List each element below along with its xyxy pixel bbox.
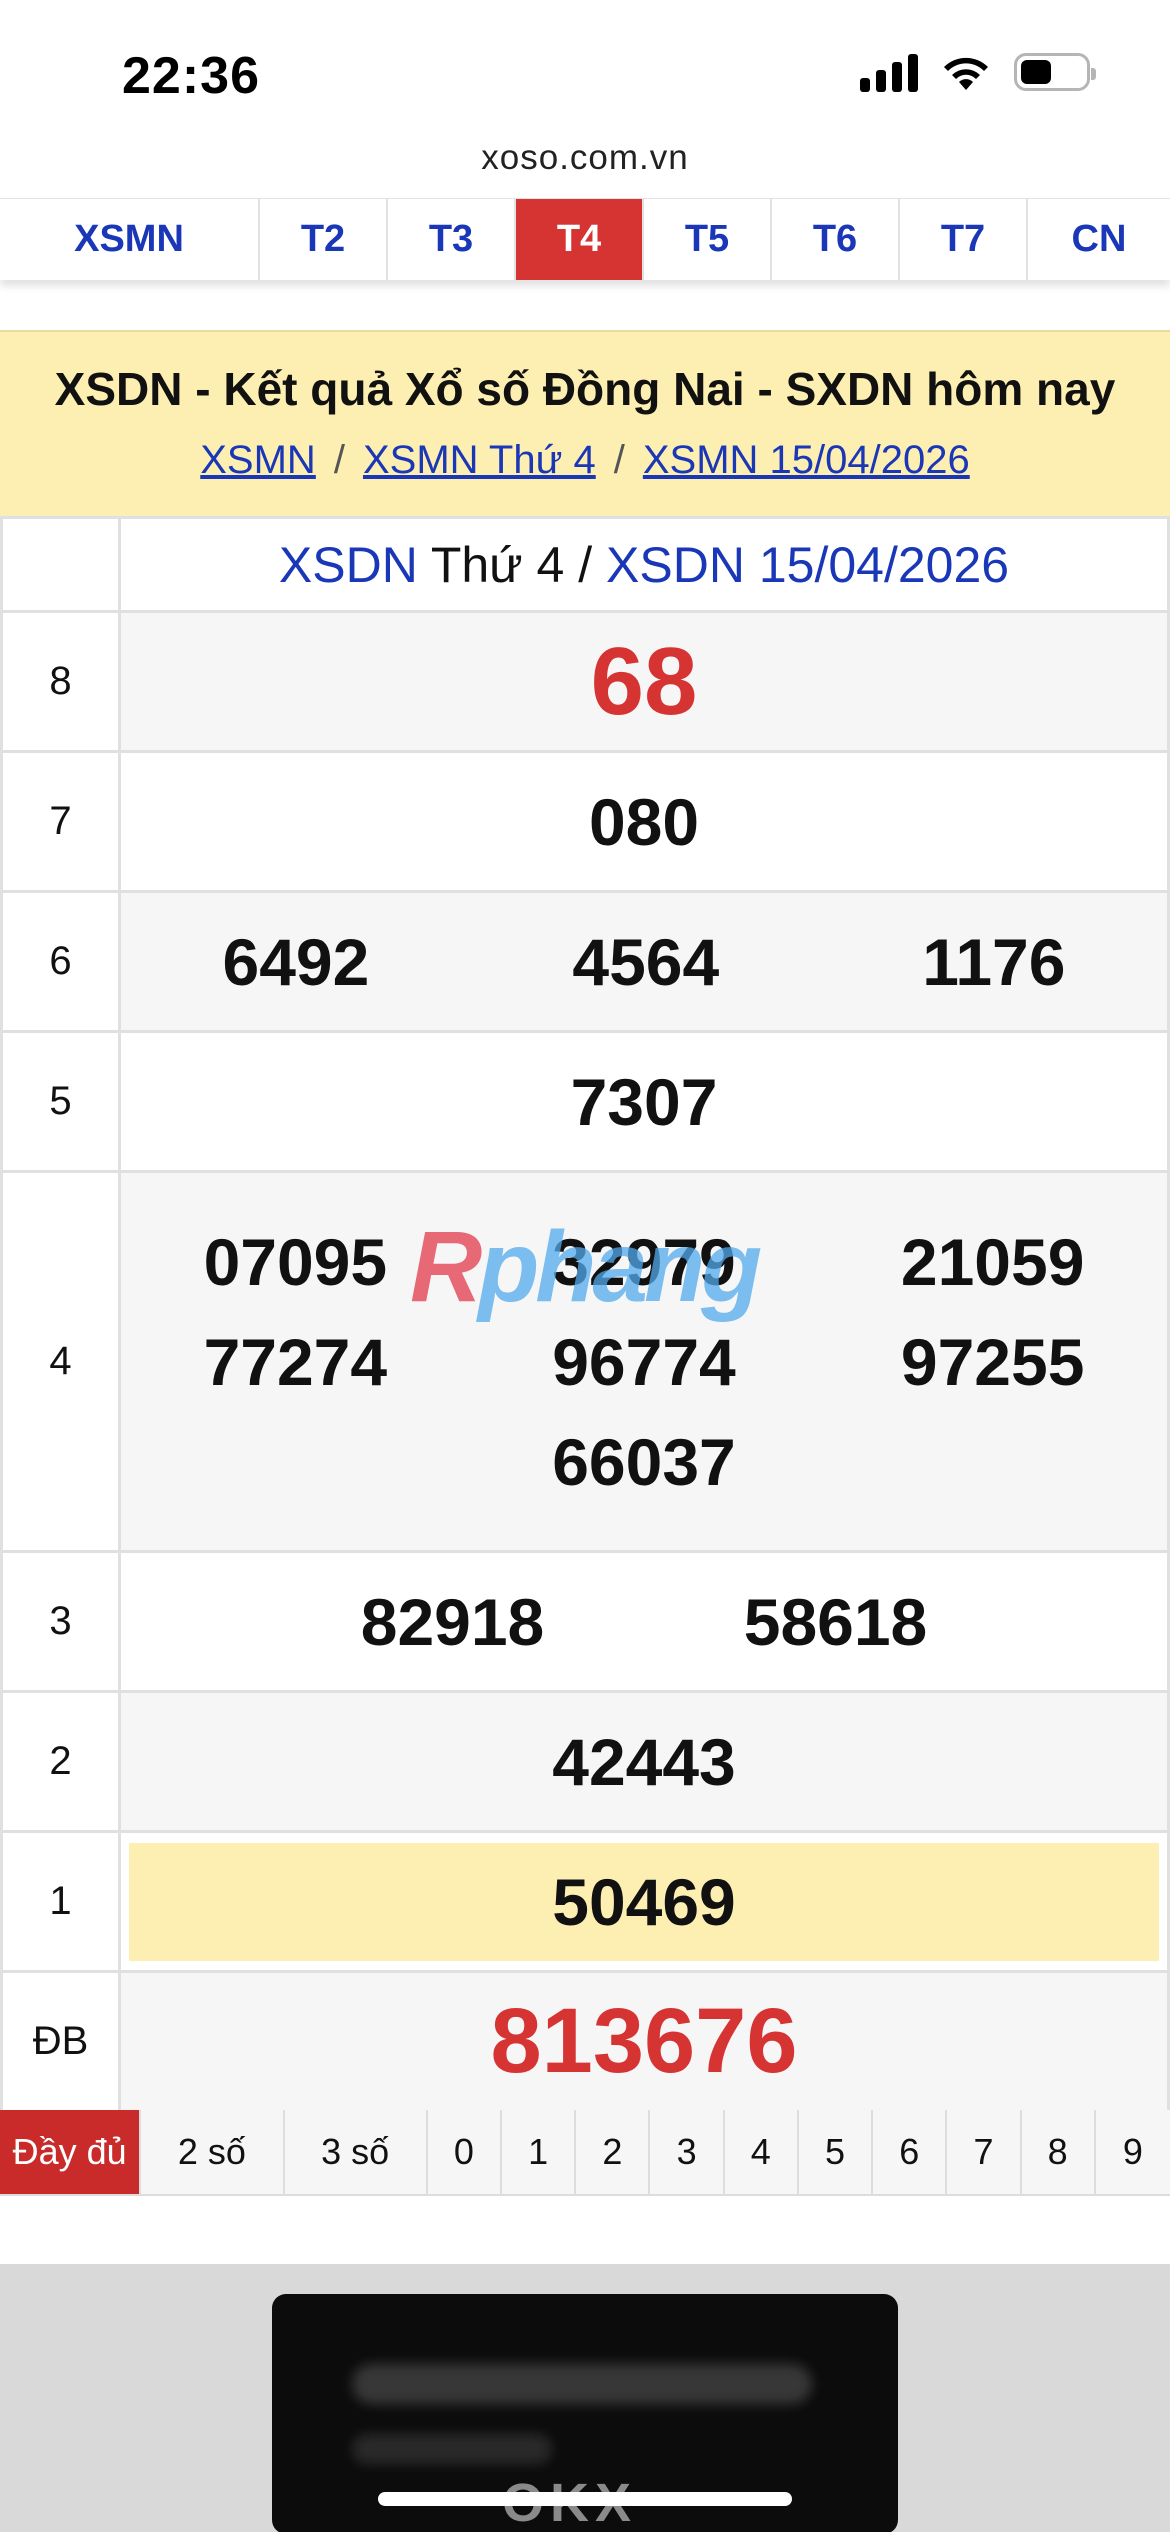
prize-row-8: 8 68 bbox=[0, 610, 1170, 753]
tab-t6[interactable]: T6 bbox=[772, 199, 900, 280]
tab-t2[interactable]: T2 bbox=[260, 199, 388, 280]
breadcrumb-separator: / bbox=[613, 438, 625, 482]
table-header-row: XSDN Thứ 4 / XSDN 15/04/2026 bbox=[0, 516, 1170, 613]
prize-row-4: 4 07095 32979 21059 77274 96774 97255 66… bbox=[0, 1170, 1170, 1553]
prize-1-value: 50469 bbox=[552, 1864, 736, 1939]
prize-3-value: 82918 bbox=[360, 1584, 545, 1659]
prize-5-value: 7307 bbox=[570, 1064, 718, 1139]
table-title-link-date[interactable]: XSDN 15/04/2026 bbox=[606, 537, 1009, 593]
tab-t4[interactable]: T4 bbox=[516, 199, 644, 280]
prize-7-value: 080 bbox=[588, 784, 700, 859]
battery-icon bbox=[1014, 53, 1096, 91]
tab-xsmn[interactable]: XSMN bbox=[0, 199, 260, 280]
prize-4-value: 07095 bbox=[203, 1224, 388, 1299]
table-title-day: Thứ 4 / bbox=[417, 536, 607, 593]
prize-row-5: 5 7307 bbox=[0, 1030, 1170, 1173]
prize-label: 6 bbox=[0, 890, 121, 1033]
breadcrumb-xsmn-date[interactable]: XSMN 15/04/2026 bbox=[643, 438, 970, 482]
status-bar: 22:36 bbox=[0, 0, 1170, 140]
url-bar[interactable]: xoso.com.vn bbox=[0, 138, 1170, 178]
filter-3-digits[interactable]: 3 số bbox=[285, 2110, 428, 2194]
prize-4-value: 96774 bbox=[552, 1324, 736, 1399]
region-day-tabs: XSMN T2 T3 T4 T5 T6 T7 CN bbox=[0, 198, 1170, 280]
breadcrumb-xsmn[interactable]: XSMN bbox=[200, 438, 316, 482]
prize-8-value: 68 bbox=[590, 627, 698, 735]
prize-label: 2 bbox=[0, 1690, 121, 1833]
prize-row-special: ĐB 813676 bbox=[0, 1970, 1170, 2113]
prize-4-value: 77274 bbox=[203, 1324, 388, 1399]
prize-row-6: 6 6492 4564 1176 bbox=[0, 890, 1170, 1033]
ad-blurred-content bbox=[352, 2364, 812, 2404]
ad-blurred-content bbox=[352, 2434, 552, 2464]
table-corner bbox=[0, 516, 121, 613]
prize-row-7: 7 080 bbox=[0, 750, 1170, 893]
filter-2-digits[interactable]: 2 số bbox=[141, 2110, 285, 2194]
results-header: XSDN - Kết quả Xổ số Đồng Nai - SXDN hôm… bbox=[0, 330, 1170, 516]
breadcrumb: XSMN / XSMN Thứ 4 / XSMN 15/04/2026 bbox=[0, 438, 1170, 483]
filter-digit-9[interactable]: 9 bbox=[1096, 2110, 1170, 2194]
cellular-signal-icon bbox=[860, 52, 918, 92]
filter-digit-1[interactable]: 1 bbox=[502, 2110, 577, 2194]
tab-cn[interactable]: CN bbox=[1028, 199, 1170, 280]
prize-label: 1 bbox=[0, 1830, 121, 1973]
breadcrumb-separator: / bbox=[333, 438, 345, 482]
filter-digit-7[interactable]: 7 bbox=[947, 2110, 1022, 2194]
prize-row-2: 2 42443 bbox=[0, 1690, 1170, 1833]
filter-digit-5[interactable]: 5 bbox=[799, 2110, 874, 2194]
prize-label: 4 bbox=[0, 1170, 121, 1553]
prize-label: 7 bbox=[0, 750, 121, 893]
results-table: XSDN Thứ 4 / XSDN 15/04/2026 8 68 7 080 … bbox=[0, 516, 1170, 2113]
tab-t3[interactable]: T3 bbox=[388, 199, 516, 280]
digit-filter-bar: Đầy đủ 2 số 3 số 0 1 2 3 4 5 6 7 8 9 bbox=[0, 2110, 1170, 2196]
tab-t7[interactable]: T7 bbox=[900, 199, 1028, 280]
prize-label: 3 bbox=[0, 1550, 121, 1693]
prize-4-value: 32979 bbox=[552, 1224, 736, 1299]
home-indicator[interactable] bbox=[378, 2492, 792, 2506]
table-title: XSDN Thứ 4 / XSDN 15/04/2026 bbox=[118, 516, 1170, 613]
status-time: 22:36 bbox=[122, 47, 260, 105]
filter-full[interactable]: Đầy đủ bbox=[0, 2110, 142, 2194]
prize-6-value: 1176 bbox=[922, 924, 1066, 999]
prize-4-value: 66037 bbox=[552, 1424, 736, 1499]
filter-digit-2[interactable]: 2 bbox=[576, 2110, 651, 2194]
table-title-link-xsdn[interactable]: XSDN bbox=[279, 537, 418, 593]
prize-label: 5 bbox=[0, 1030, 121, 1173]
prize-6-value: 4564 bbox=[572, 924, 720, 999]
filter-digit-6[interactable]: 6 bbox=[873, 2110, 948, 2194]
prize-6-value: 6492 bbox=[222, 924, 370, 999]
page-title: XSDN - Kết quả Xổ số Đồng Nai - SXDN hôm… bbox=[54, 363, 1116, 415]
filter-digit-8[interactable]: 8 bbox=[1022, 2110, 1096, 2194]
prize-label: ĐB bbox=[0, 1970, 121, 2113]
prize-label: 8 bbox=[0, 610, 121, 753]
filter-digit-3[interactable]: 3 bbox=[650, 2110, 725, 2194]
breadcrumb-xsmn-thu4[interactable]: XSMN Thứ 4 bbox=[363, 438, 596, 482]
prize-row-1: 1 50469 bbox=[0, 1830, 1170, 1973]
prize-3-value: 58618 bbox=[743, 1584, 928, 1659]
filter-digit-0[interactable]: 0 bbox=[428, 2110, 503, 2194]
filter-digit-4[interactable]: 4 bbox=[725, 2110, 799, 2194]
prize-row-3: 3 82918 58618 bbox=[0, 1550, 1170, 1693]
wifi-icon bbox=[944, 57, 988, 90]
prize-4-value: 97255 bbox=[900, 1324, 1085, 1399]
tab-t5[interactable]: T5 bbox=[644, 199, 772, 280]
status-icons bbox=[860, 52, 1096, 92]
prize-1-highlight: 50469 bbox=[129, 1842, 1159, 1961]
prize-4-value: 21059 bbox=[900, 1224, 1085, 1299]
prize-2-value: 42443 bbox=[552, 1724, 736, 1799]
special-prize-value: 813676 bbox=[490, 1990, 798, 2092]
